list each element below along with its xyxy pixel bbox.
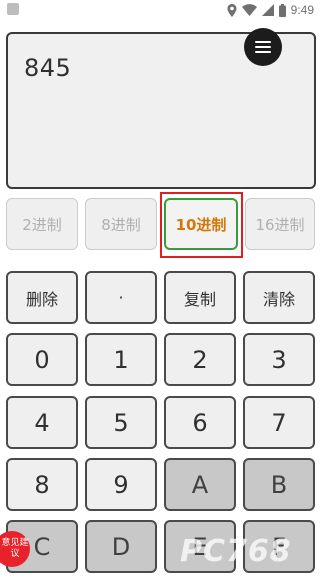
key-7[interactable]: 7 — [243, 396, 315, 449]
status-icons: 9:49 — [227, 2, 314, 18]
key-2[interactable]: 2 — [164, 333, 236, 386]
signal-icon — [261, 4, 274, 16]
key-3[interactable]: 3 — [243, 333, 315, 386]
copy-button[interactable]: 复制 — [164, 271, 236, 324]
radix-button-hex[interactable]: 16进制 — [245, 198, 315, 250]
battery-icon — [278, 3, 286, 17]
clear-button[interactable]: 清除 — [243, 271, 315, 324]
radix-button-octal[interactable]: 8进制 — [85, 198, 157, 250]
key-0[interactable]: 0 — [6, 333, 78, 386]
watermark: PC768 — [180, 534, 292, 569]
status-bar: 9:49 — [0, 0, 320, 20]
hamburger-icon — [255, 41, 271, 53]
key-5[interactable]: 5 — [85, 396, 157, 449]
key-1[interactable]: 1 — [85, 333, 157, 386]
key-9[interactable]: 9 — [85, 458, 157, 511]
delete-button[interactable]: 删除 — [6, 271, 78, 324]
dot-button[interactable]: · — [85, 271, 157, 324]
display-value: 845 — [24, 54, 72, 82]
result-display: 845 — [6, 28, 316, 189]
key-8[interactable]: 8 — [6, 458, 78, 511]
key-b[interactable]: B — [243, 458, 315, 511]
key-6[interactable]: 6 — [164, 396, 236, 449]
key-4[interactable]: 4 — [6, 396, 78, 449]
selection-highlight — [160, 192, 243, 258]
location-icon — [227, 3, 237, 17]
key-a[interactable]: A — [164, 458, 236, 511]
status-time: 9:49 — [290, 3, 314, 17]
key-d[interactable]: D — [85, 520, 157, 573]
notification-icon — [7, 3, 19, 15]
radix-button-binary[interactable]: 2进制 — [6, 198, 78, 250]
wifi-icon — [241, 4, 257, 16]
menu-button[interactable] — [244, 28, 282, 66]
